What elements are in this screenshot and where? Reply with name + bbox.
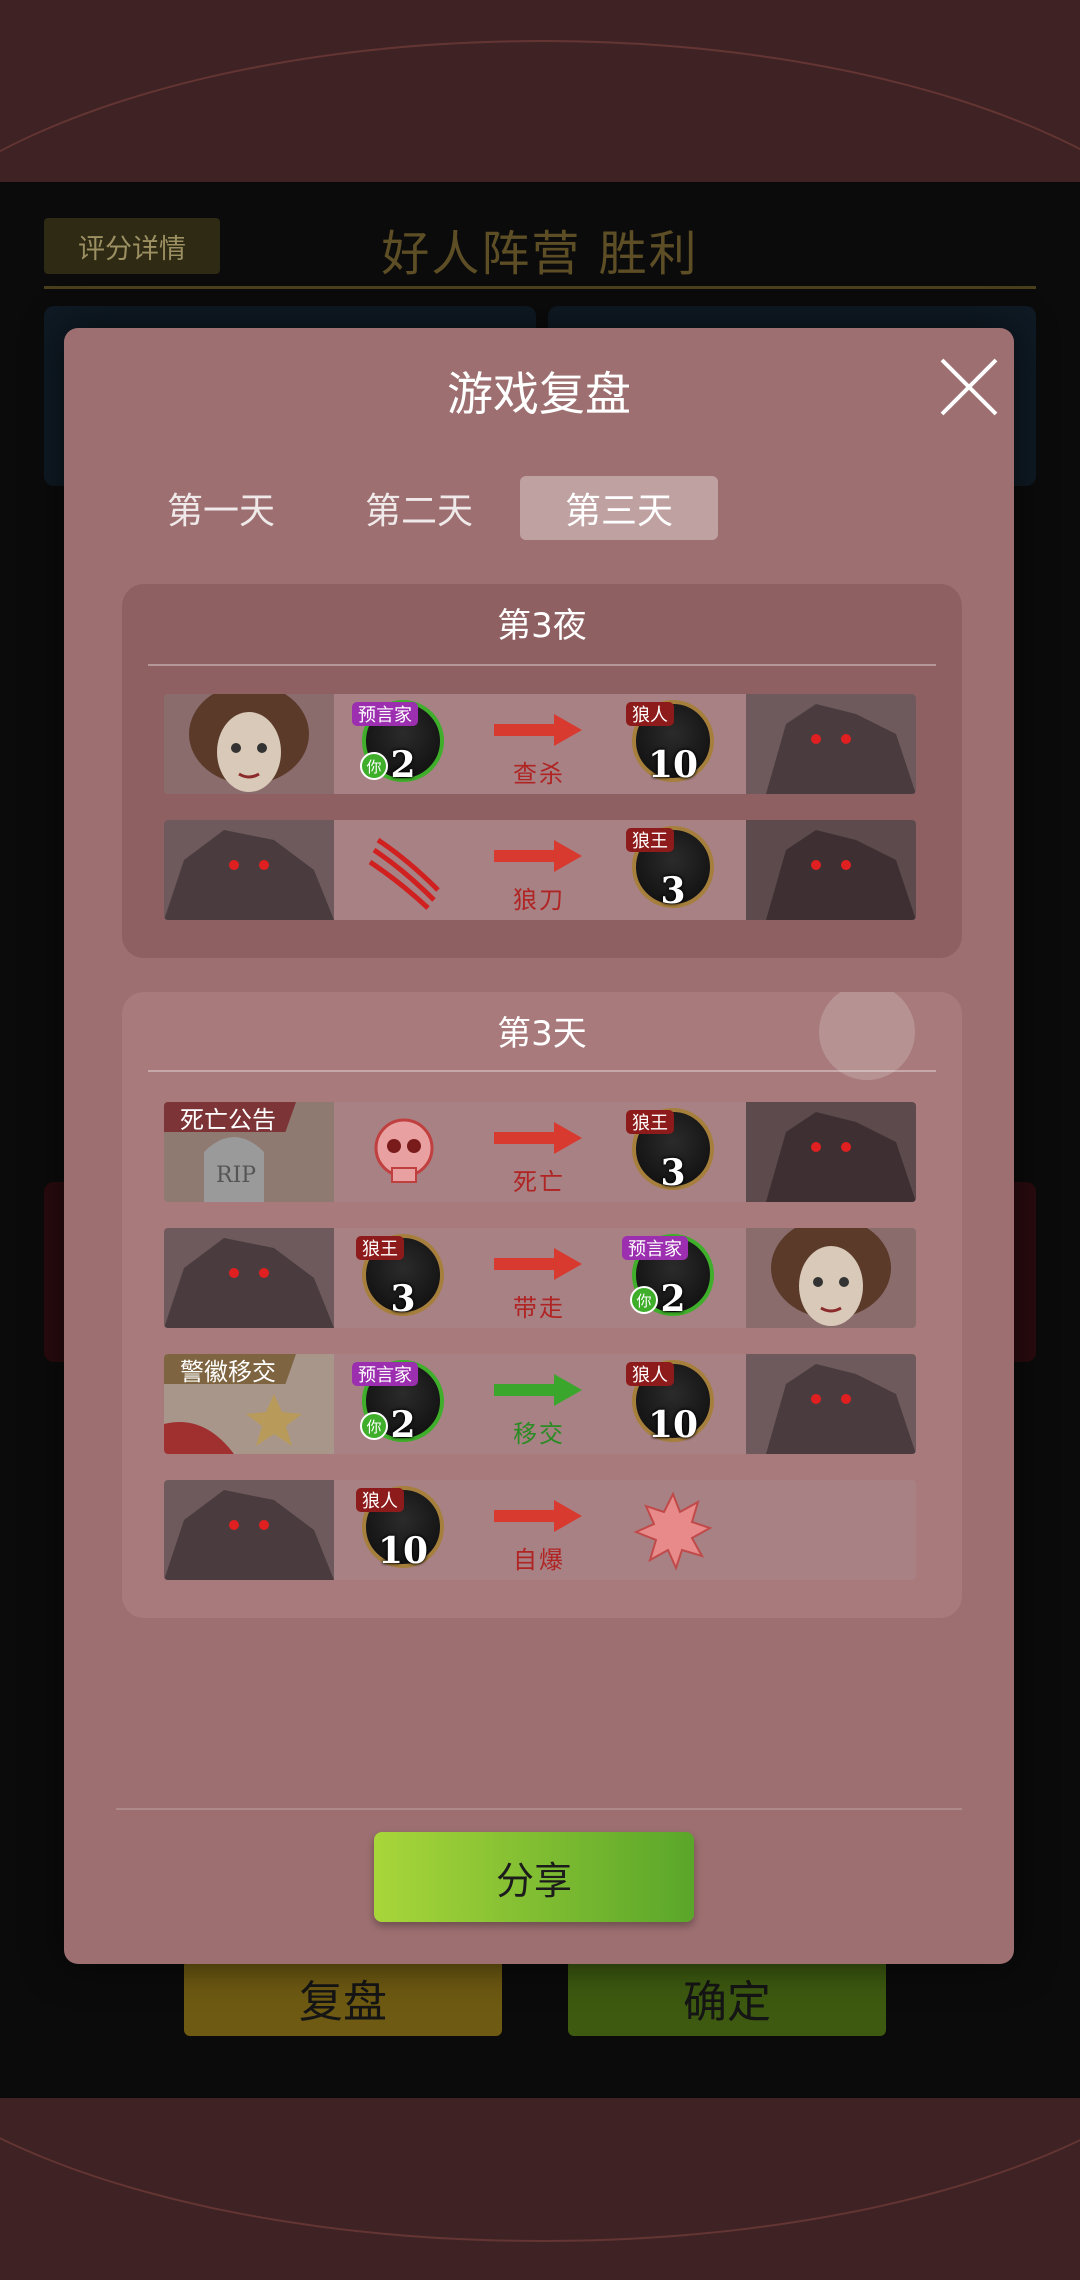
wolf-portrait <box>746 694 916 794</box>
player-number: 3 <box>660 870 686 912</box>
role-tag: 狼人 <box>356 1488 404 1512</box>
player-avatar[interactable]: 狼人 10 <box>626 700 714 786</box>
title-divider <box>44 286 1036 289</box>
decorative-arc <box>0 2098 1080 2242</box>
wolf-portrait <box>164 1228 334 1328</box>
rating-details-button[interactable]: 评分详情 <box>44 218 220 274</box>
event-row: 预言家 2 你 查杀 狼人 10 <box>164 694 916 794</box>
section-title: 第3天 <box>497 1014 587 1054</box>
claw-slash-icon <box>368 837 440 910</box>
player-avatar[interactable]: 预言家 2 你 <box>622 1234 714 1320</box>
tab-day-1[interactable]: 第一天 <box>122 476 320 540</box>
red-arrow-icon <box>494 1122 582 1154</box>
green-arrow-icon <box>494 1374 582 1406</box>
player-number: 3 <box>660 1152 686 1194</box>
result-title: 好人阵营 胜利 <box>381 226 699 282</box>
red-arrow-icon <box>494 840 582 872</box>
action-label: 查杀 <box>513 760 565 788</box>
event-row: 狼王 3 带走 预言家 2 你 <box>164 1228 916 1328</box>
footer-divider <box>116 1808 962 1810</box>
player-avatar[interactable]: 预言家 2 你 <box>352 700 444 786</box>
player-avatar[interactable]: 狼王 3 <box>626 1108 714 1194</box>
role-tag: 预言家 <box>622 1236 688 1260</box>
event-row: 警徽移交 预言家 2 你 移交 狼人 10 <box>164 1354 916 1454</box>
role-tag: 狼王 <box>626 1110 674 1134</box>
red-arrow-icon <box>494 714 582 746</box>
player-number: 10 <box>647 1404 699 1446</box>
role-tag: 预言家 <box>352 1362 418 1386</box>
player-avatar[interactable]: 狼人 10 <box>356 1486 444 1572</box>
action-label: 狼刀 <box>513 886 565 914</box>
day-section: 第3天 RIP 死亡公告 死亡 狼王 3 狼王 3 带走 预言家 2 你 警徽移… <box>122 992 962 1618</box>
player-number: 10 <box>377 1530 429 1572</box>
role-tag: 预言家 <box>352 702 418 726</box>
player-number: 10 <box>647 744 699 786</box>
action-label: 移交 <box>513 1420 565 1448</box>
wolf-portrait <box>746 820 916 920</box>
night-section: 第3夜 预言家 2 你 查杀 狼人 10 狼刀 狼王 3 <box>122 584 962 958</box>
player-number: 3 <box>390 1278 416 1320</box>
role-tag: 狼人 <box>626 1362 674 1386</box>
event-row: RIP 死亡公告 死亡 狼王 3 <box>164 1102 916 1202</box>
wolf-portrait <box>746 1354 916 1454</box>
replay-button[interactable]: 复盘 <box>184 1960 502 2036</box>
seer-portrait <box>164 694 334 794</box>
player-avatar[interactable]: 狼王 3 <box>356 1234 444 1320</box>
wolf-portrait <box>164 1480 334 1580</box>
top-backdrop <box>0 0 1080 182</box>
you-badge: 你 <box>360 752 388 780</box>
player-avatar[interactable]: 狼人 10 <box>626 1360 714 1446</box>
death-announcement-ribbon: 死亡公告 <box>164 1102 296 1132</box>
seer-portrait <box>746 1228 916 1328</box>
section-divider <box>148 664 936 666</box>
player-avatar[interactable]: 狼王 3 <box>626 826 714 912</box>
event-row: 狼刀 狼王 3 <box>164 820 916 920</box>
role-tag: 狼王 <box>626 828 674 852</box>
wolf-portrait <box>746 1102 916 1202</box>
action-label: 自爆 <box>513 1546 565 1574</box>
you-badge: 你 <box>630 1286 658 1314</box>
action-label: 死亡 <box>513 1168 565 1196</box>
section-divider <box>148 1070 936 1072</box>
wolf-portrait <box>164 820 334 920</box>
dialog-title: 游戏复盘 <box>447 367 631 421</box>
badge-transfer-ribbon: 警徽移交 <box>164 1354 296 1384</box>
decorative-arc <box>0 40 1080 182</box>
game-replay-dialog: 游戏复盘 第一天 第二天 第三天 第3夜 预言家 2 你 查杀 狼人 10 狼刀… <box>64 328 1014 1964</box>
red-arrow-icon <box>494 1248 582 1280</box>
bottom-backdrop <box>0 2098 1080 2280</box>
svg-text:RIP: RIP <box>216 1163 256 1188</box>
player-avatar[interactable]: 预言家 2 你 <box>352 1360 444 1446</box>
share-button[interactable]: 分享 <box>374 1832 694 1922</box>
you-badge: 你 <box>360 1412 388 1440</box>
tab-day-3[interactable]: 第三天 <box>520 476 718 540</box>
action-label: 带走 <box>513 1294 565 1322</box>
event-row: 狼人 10 自爆 <box>164 1480 916 1580</box>
role-tag: 狼人 <box>626 702 674 726</box>
explosion-icon <box>633 1491 713 1571</box>
close-icon[interactable] <box>934 352 1004 422</box>
tab-day-2[interactable]: 第二天 <box>320 476 518 540</box>
red-arrow-icon <box>494 1500 582 1532</box>
confirm-button[interactable]: 确定 <box>568 1960 886 2036</box>
section-title: 第3夜 <box>497 606 587 646</box>
skull-icon <box>374 1118 434 1183</box>
role-tag: 狼王 <box>356 1236 404 1260</box>
